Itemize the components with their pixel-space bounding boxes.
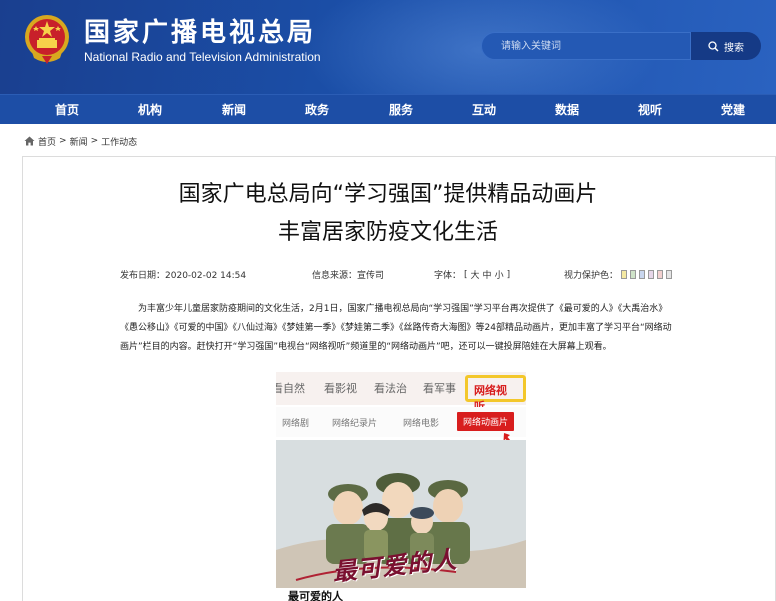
font-size-selector: 字体： [ 大 中 小 ] <box>434 268 511 282</box>
nav-item-interaction[interactable]: 互动 <box>472 95 496 125</box>
article-body: 为丰富少年儿童居家防疫期间的文化生活，2月1日，国家广播电视总局向“学习强国”学… <box>120 304 672 352</box>
app-subtab-web-documentary: 网络纪录片 <box>332 419 378 429</box>
font-size-medium[interactable]: 中 <box>483 268 492 281</box>
publish-date: 发布日期：2020-02-02 14:54 <box>120 268 246 281</box>
vision-color-yellow[interactable] <box>621 270 628 279</box>
vision-color-gray[interactable] <box>666 270 673 279</box>
app-subtab-web-drama: 网络剧 <box>282 419 310 429</box>
home-icon <box>24 136 35 146</box>
article-headline-line1: 国家广电总局向“学习强国”提供精品动画片 <box>178 182 598 207</box>
article-image-app-screenshot: 看自然 看影视 看法治 看军事 网络视听 网络剧 网络纪录片 网络电影 网络动画… <box>276 372 526 601</box>
nav-item-news[interactable]: 新闻 <box>222 95 246 125</box>
breadcrumb-news[interactable]: 新闻 <box>70 135 88 148</box>
breadcrumb-home[interactable]: 首页 <box>38 135 56 148</box>
site-title-cn[interactable]: 国家广播电视总局 <box>84 12 316 49</box>
poster-caption-text: 最可爱的人 <box>288 590 343 601</box>
poster-image: 最可爱的人 <box>276 440 526 588</box>
national-emblem-icon[interactable] <box>22 12 72 66</box>
vision-protection-colors: 视力保护色： <box>564 268 673 281</box>
vision-color-green[interactable] <box>630 270 637 279</box>
publish-date-label: 发布日期： <box>120 271 166 281</box>
font-size-large[interactable]: 大 <box>471 268 480 281</box>
vision-color-blue[interactable] <box>639 270 646 279</box>
app-tab-film: 看影视 <box>324 382 357 395</box>
breadcrumb-separator: > <box>59 136 67 146</box>
font-size-label: 字体： <box>434 271 462 281</box>
nav-item-services[interactable]: 服务 <box>389 95 413 125</box>
app-subtabs: 网络剧 网络纪录片 网络电影 网络动画片 <box>276 407 526 437</box>
app-tab-online-audiovisual: 网络视听 <box>465 375 526 413</box>
info-source-label: 信息来源： <box>312 271 358 281</box>
nav-item-home[interactable]: 首页 <box>55 95 79 125</box>
vision-color-purple[interactable] <box>648 270 655 279</box>
app-channel-tabs: 看自然 看影视 看法治 看军事 网络视听 <box>276 372 526 413</box>
nav-item-audiovisual[interactable]: 视听 <box>638 95 662 125</box>
info-source-value: 宣传司 <box>357 271 385 281</box>
vision-color-pink[interactable] <box>657 270 664 279</box>
info-source: 信息来源：宣传司 <box>312 268 384 281</box>
poster-caption: 最可爱的人 <box>276 588 526 601</box>
breadcrumb-work-news[interactable]: 工作动态 <box>101 135 137 148</box>
font-size-bracket-open: [ <box>464 269 468 280</box>
site-title-en: National Radio and Television Administra… <box>84 50 321 64</box>
publish-date-value: 2020-02-02 14:54 <box>165 271 247 281</box>
app-tab-military: 看军事 <box>423 382 456 395</box>
font-size-bracket-close: ] <box>506 269 511 280</box>
breadcrumb: 首页 > 新闻 > 工作动态 <box>24 134 137 148</box>
nav-item-data[interactable]: 数据 <box>555 95 579 125</box>
app-tab-nature: 看自然 <box>276 382 305 395</box>
vision-protection-label: 视力保护色： <box>564 271 619 281</box>
article-headline-line2: 丰富居家防疫文化生活 <box>277 220 498 245</box>
font-size-small[interactable]: 小 <box>495 268 504 281</box>
nav-item-government-affairs[interactable]: 政务 <box>305 95 329 125</box>
nav-item-organization[interactable]: 机构 <box>138 95 162 125</box>
search-box <box>481 32 691 60</box>
app-subtab-web-movie: 网络电影 <box>403 419 440 429</box>
app-subtab-web-animation: 网络动画片 <box>457 412 515 431</box>
main-nav: 首页 机构 新闻 政务 服务 互动 数据 视听 党建 <box>0 94 776 124</box>
search-input[interactable] <box>482 33 690 59</box>
site-header: 国家广播电视总局 National Radio and Television A… <box>0 0 776 94</box>
nav-item-party-building[interactable]: 党建 <box>721 95 745 125</box>
search-icon <box>708 40 719 51</box>
search-button-label: 搜索 <box>724 42 744 54</box>
search-button[interactable]: 搜索 <box>691 32 761 60</box>
app-tab-law: 看法治 <box>374 382 407 395</box>
breadcrumb-separator: > <box>90 136 99 146</box>
